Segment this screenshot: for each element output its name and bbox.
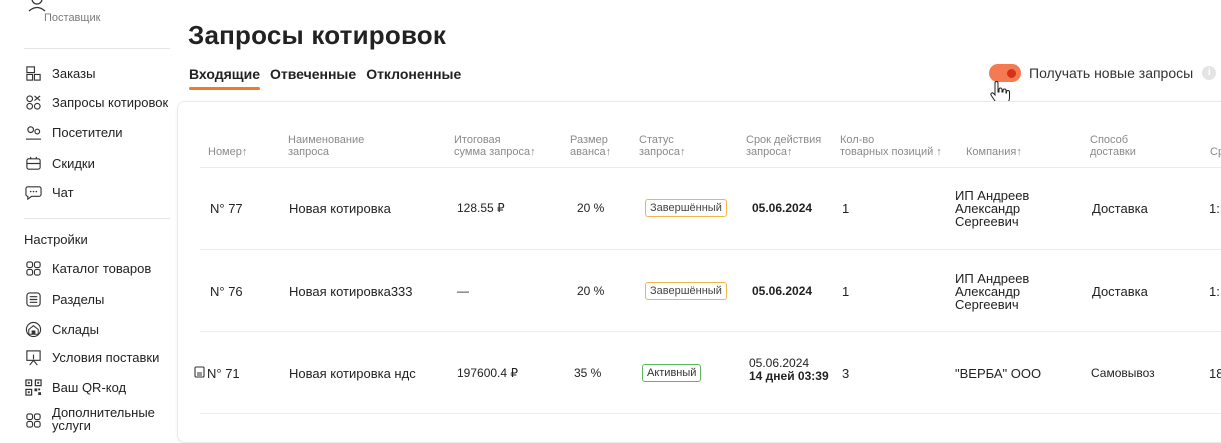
cell-total: 197600.4 ₽	[457, 366, 519, 380]
col-header-company[interactable]: Компания↑	[966, 146, 1022, 158]
sidebar-item-quotes[interactable]: Запросы котировок	[24, 91, 168, 113]
col-header-positions[interactable]: Кол-во товарных позиций ↑	[840, 134, 942, 158]
col-header-status[interactable]: Статус запроса↑	[639, 134, 685, 158]
status-badge: Активный	[642, 364, 702, 382]
sidebar-item-catalog[interactable]: Каталог товаров	[24, 257, 151, 279]
sidebar-item-label: Запросы котировок	[52, 94, 169, 110]
cell-number: N° 76	[210, 284, 243, 299]
cell-cut: 1:	[1209, 284, 1220, 299]
sidebar: Поставщик Заказы Запросы котировок Посет…	[0, 0, 178, 432]
sidebar-item-extra-services[interactable]: Дополнительные услуги	[24, 405, 155, 436]
col-header-advance[interactable]: Размер аванса↑	[570, 134, 611, 158]
sections-icon	[24, 290, 42, 308]
settings-title: Настройки	[24, 232, 88, 247]
sidebar-item-label: Посетители	[52, 124, 123, 140]
quotes-icon	[24, 93, 42, 111]
status-badge: Завершённый	[645, 199, 727, 217]
cell-company: "ВЕРБА" ООО	[955, 366, 1042, 381]
sidebar-item-label: Каталог товаров	[52, 260, 152, 276]
cell-positions: 1	[842, 201, 850, 216]
sidebar-item-discounts[interactable]: Скидки	[24, 152, 95, 174]
toggle-label: Получать новые запросы	[1029, 65, 1194, 81]
cell-cut: 1:	[1209, 201, 1220, 216]
cell-total: 128.55 ₽	[457, 201, 505, 215]
extra-services-icon	[24, 411, 42, 429]
col-header-name: Наименование запроса	[288, 134, 365, 158]
orders-icon	[24, 64, 42, 82]
sidebar-item-label: Разделы	[52, 291, 105, 307]
user-role: Поставщик	[44, 12, 101, 24]
cell-delivery: Доставка	[1092, 284, 1148, 299]
col-header-cut: Ср	[1210, 146, 1221, 158]
cell-name[interactable]: Новая котировка	[289, 201, 391, 216]
cell-delivery: Самовывоз	[1091, 366, 1155, 380]
row-divider	[200, 413, 1221, 414]
cell-name[interactable]: Новая котировка ндс	[289, 366, 416, 381]
sidebar-divider	[24, 218, 170, 219]
cell-number: N° 77	[210, 201, 243, 216]
col-header-number[interactable]: Номер↑	[208, 146, 247, 158]
sidebar-item-label: Скидки	[52, 155, 95, 171]
sidebar-item-sections[interactable]: Разделы	[24, 288, 104, 310]
sidebar-item-label: Дополнительные услуги	[52, 405, 155, 433]
delivery-terms-icon	[24, 348, 42, 366]
sidebar-item-visitors[interactable]: Посетители	[24, 121, 123, 143]
page-title: Запросы котировок	[188, 20, 447, 50]
new-requests-toggle-group: Получать новые запросы i	[989, 64, 1217, 82]
cell-positions: 3	[842, 366, 850, 381]
cell-company: ИП Андреев Александр Сергеевич	[955, 188, 1030, 229]
cell-name[interactable]: Новая котировка333	[289, 284, 413, 299]
cell-total: —	[457, 284, 469, 298]
sidebar-item-label: Заказы	[52, 65, 96, 81]
sidebar-item-qr[interactable]: Ваш QR-код	[24, 376, 126, 398]
cell-validity: 05.06.2024	[752, 284, 813, 298]
catalog-icon	[24, 259, 42, 277]
visitors-icon	[24, 123, 42, 141]
row-divider	[200, 331, 1221, 332]
cell-advance: 35 %	[574, 366, 602, 380]
chat-icon	[24, 183, 42, 201]
warehouse-icon	[24, 320, 42, 338]
sidebar-item-label: Чат	[52, 184, 74, 200]
col-header-validity[interactable]: Срок действия запроса↑	[746, 134, 821, 158]
cell-number: N° 71	[207, 366, 240, 381]
discounts-icon	[24, 154, 42, 172]
cell-delivery: Доставка	[1092, 201, 1148, 216]
tabs: Входящие Отвеченные Отклоненные	[189, 66, 461, 90]
info-icon[interactable]: i	[1202, 66, 1217, 80]
status-badge: Завершённый	[645, 282, 727, 300]
sidebar-item-warehouses[interactable]: Склады	[24, 318, 99, 340]
col-header-delivery: Способ доставки	[1090, 134, 1136, 158]
cell-company: ИП Андреев Александр Сергеевич	[955, 271, 1030, 312]
row-divider	[200, 249, 1221, 250]
sidebar-item-label: Условия поставки	[52, 349, 160, 365]
document-icon	[194, 366, 205, 378]
cell-advance: 20 %	[577, 284, 605, 298]
countdown: 14 дней 03:39	[749, 369, 829, 383]
sidebar-item-chat[interactable]: Чат	[24, 181, 74, 203]
col-header-total[interactable]: Итоговая сумма запроса↑	[454, 134, 536, 158]
qr-code-icon	[24, 378, 42, 396]
tab-declined[interactable]: Отклоненные	[366, 66, 461, 90]
row-divider	[200, 167, 1221, 168]
cell-validity: 05.06.2024 14 дней 03:39	[749, 356, 829, 383]
sidebar-item-label: Склады	[52, 321, 99, 337]
cell-advance: 20 %	[577, 201, 605, 215]
sidebar-item-orders[interactable]: Заказы	[24, 62, 95, 84]
cell-cut: 18	[1209, 366, 1221, 381]
sidebar-item-label: Ваш QR-код	[52, 379, 127, 395]
sidebar-divider	[24, 48, 170, 49]
tab-incoming[interactable]: Входящие	[189, 66, 260, 90]
tab-answered[interactable]: Отвеченные	[270, 66, 356, 90]
cell-validity: 05.06.2024	[752, 201, 813, 215]
cell-positions: 1	[842, 284, 850, 299]
sidebar-item-delivery-terms[interactable]: Условия поставки	[24, 346, 159, 368]
